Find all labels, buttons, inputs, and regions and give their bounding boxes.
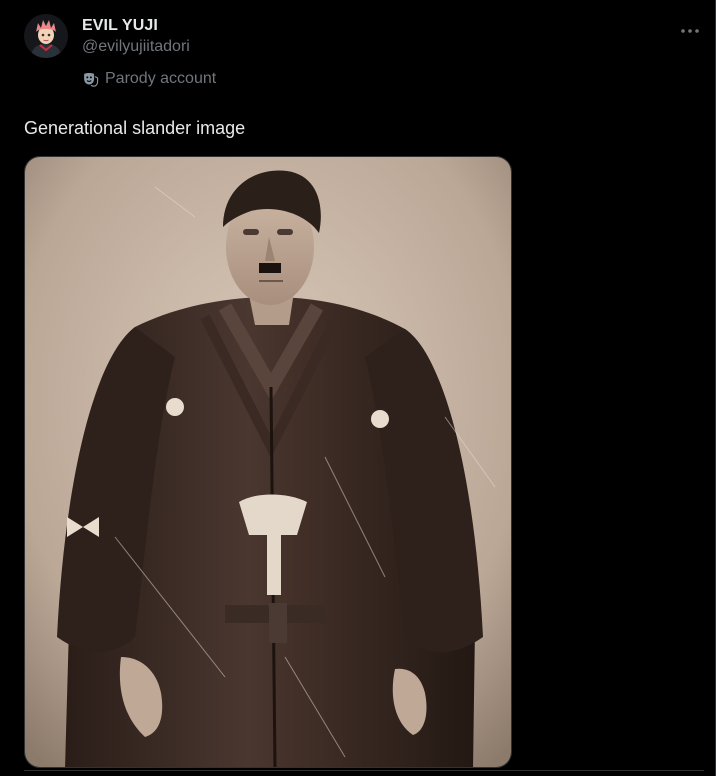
tweet-text: Generational slander image	[24, 118, 246, 138]
tweet-media-image[interactable]	[24, 156, 512, 768]
sepia-portrait-photo	[25, 157, 511, 767]
divider	[24, 770, 704, 771]
account-label: Parody account	[82, 69, 216, 89]
user-handle[interactable]: @evilyujiitadori	[82, 37, 216, 57]
account-label-text: Parody account	[105, 70, 217, 87]
display-name[interactable]: EVIL YUJI	[82, 16, 216, 36]
theater-mask-icon	[82, 71, 99, 88]
avatar-illustration	[24, 14, 68, 58]
avatar[interactable]	[24, 14, 68, 58]
more-horizontal-icon	[680, 21, 700, 39]
more-options-button[interactable]	[676, 20, 704, 40]
tweet-card[interactable]: EVIL YUJI @evilyujiitadori Parody accoun…	[0, 0, 716, 776]
tweet-header: EVIL YUJI @evilyujiitadori Parody accoun…	[82, 16, 216, 89]
